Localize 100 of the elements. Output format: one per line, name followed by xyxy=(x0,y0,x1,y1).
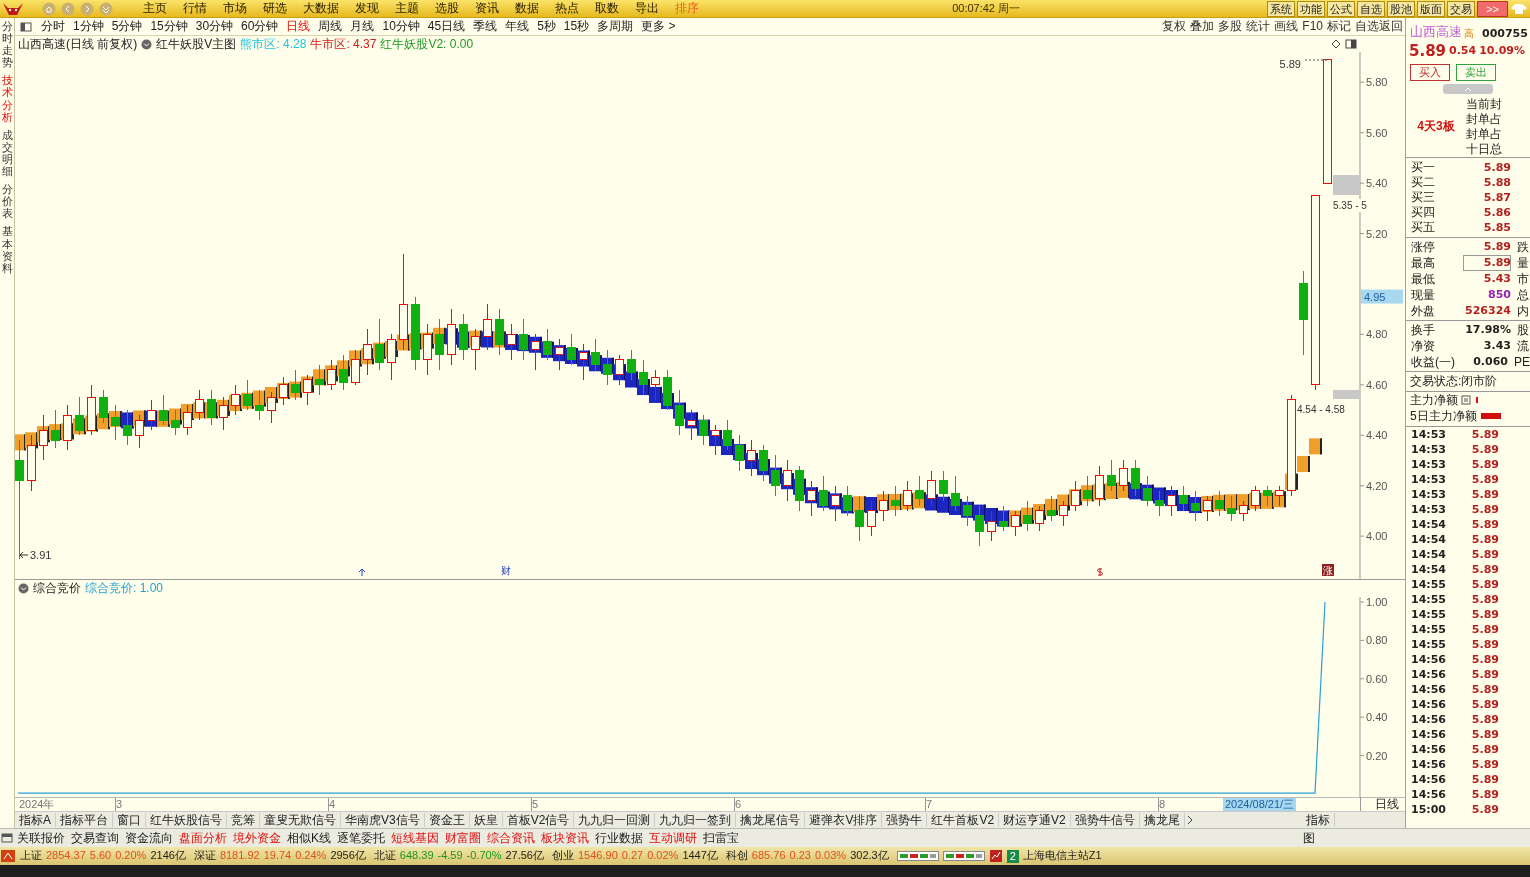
period-tab[interactable]: 月线 xyxy=(346,19,379,34)
menu-item[interactable]: 大数据 xyxy=(295,1,347,16)
menu-item[interactable]: 主页 xyxy=(135,1,175,16)
side-tab[interactable]: 技术分析 xyxy=(1,74,13,123)
menu-item[interactable]: 数据 xyxy=(507,1,547,16)
period-tab[interactable]: 年线 xyxy=(501,19,534,34)
period-tab[interactable]: 更多 > xyxy=(637,19,680,34)
period-tab[interactable]: 60分钟 xyxy=(237,19,283,34)
indicator-tab[interactable]: 竞筹 xyxy=(227,812,260,828)
indicator-tab[interactable]: 擒龙尾 xyxy=(1139,812,1185,828)
period-tab[interactable]: 30分钟 xyxy=(191,19,238,34)
bottom-tab[interactable]: 短线基因 xyxy=(388,830,442,846)
period-tab[interactable]: 15秒 xyxy=(559,19,594,34)
bottom-tab[interactable]: 图 xyxy=(1300,830,1318,846)
bottom-tab[interactable]: 互动调研 xyxy=(646,830,700,846)
toolbar-button[interactable]: 公式 xyxy=(1327,0,1356,17)
toolbar-button[interactable]: 自选 xyxy=(1357,0,1386,17)
bottom-tab[interactable]: 扫雷宝 xyxy=(700,830,742,846)
side-tab[interactable]: 基本资料 xyxy=(1,225,13,274)
menu-item[interactable]: 取数 xyxy=(587,1,627,16)
toolbar-button[interactable]: 股池 xyxy=(1387,0,1416,17)
period-tab[interactable]: 1分钟 xyxy=(69,19,108,34)
indicator-tab[interactable]: 财运亨通V2 xyxy=(999,812,1071,828)
bottom-tab[interactable]: 相似K线 xyxy=(284,830,334,846)
bottom-tab[interactable]: 财富圈 xyxy=(442,830,484,846)
side-tab[interactable]: 分时走势 xyxy=(1,20,13,69)
collapse-handle[interactable] xyxy=(1443,84,1493,94)
indicator-tab[interactable]: 红牛首板V2 xyxy=(927,812,1000,828)
panel-toggle-icon[interactable] xyxy=(19,20,33,33)
toolbar-button[interactable]: F10 xyxy=(1300,19,1325,34)
period-tab[interactable]: 45日线 xyxy=(423,19,470,34)
indicator-tab[interactable]: 九九归一回测 xyxy=(574,812,656,828)
toolbar-button[interactable]: 复权 xyxy=(1160,19,1189,34)
toolbar-button[interactable]: 交易 xyxy=(1447,0,1476,17)
period-tab[interactable]: 周线 xyxy=(314,19,347,34)
menu-item[interactable]: 市场 xyxy=(215,1,255,16)
bottom-tab[interactable]: 盘面分析 xyxy=(176,830,230,846)
menu-item[interactable]: 发现 xyxy=(347,1,387,16)
indicator-tab[interactable]: 指标平台 xyxy=(56,812,113,828)
list-icon[interactable] xyxy=(1461,395,1471,405)
bottom-tab[interactable]: 交易查询 xyxy=(68,830,122,846)
indicator-tab[interactable]: 强势牛 xyxy=(882,812,928,828)
bottom-tab[interactable]: 关联报价 xyxy=(14,830,68,846)
indicator-tab[interactable]: 华南虎V3信号 xyxy=(341,812,425,828)
menu-item[interactable]: 选股 xyxy=(427,1,467,16)
period-tab[interactable]: 多周期 xyxy=(593,19,638,34)
indicator-tab[interactable]: 强势牛信号 xyxy=(1070,812,1140,828)
indicator-tab[interactable]: 童叟无欺信号 xyxy=(260,812,341,828)
bottom-tab[interactable]: 逐笔委托 xyxy=(334,830,388,846)
indicator-tab[interactable]: 避弹衣V排序 xyxy=(805,812,883,828)
menu-item[interactable]: 行情 xyxy=(175,1,215,16)
menu-item[interactable]: 研选 xyxy=(255,1,295,16)
panel-toggle-icon[interactable] xyxy=(0,832,14,844)
toolbar-button[interactable]: 画线 xyxy=(1272,19,1301,34)
panel-toggle-icon[interactable] xyxy=(1345,39,1357,49)
buy-button[interactable]: 买入 xyxy=(1410,64,1450,81)
bottom-tab[interactable]: 综合资讯 xyxy=(484,830,538,846)
menu-item[interactable]: 热点 xyxy=(547,1,587,16)
toolbar-button[interactable]: 版面 xyxy=(1417,0,1446,17)
index-amount: 1447亿 xyxy=(682,849,718,863)
period-tab[interactable]: 15分钟 xyxy=(146,19,192,34)
bottom-tab[interactable]: 行业数据 xyxy=(592,830,646,846)
side-tab[interactable]: 成交明细 xyxy=(1,128,13,178)
app-icon[interactable] xyxy=(0,849,16,863)
indicator-tab[interactable]: 资金王 xyxy=(424,812,470,828)
bottom-tab[interactable]: 资金流向 xyxy=(122,830,176,846)
sell-button[interactable]: 卖出 xyxy=(1456,64,1496,81)
period-tab[interactable]: 5秒 xyxy=(533,19,560,34)
indicator-tab[interactable]: 指标A xyxy=(15,812,56,828)
toolbar-button[interactable]: 统计 xyxy=(1244,19,1273,34)
menu-item[interactable]: 资讯 xyxy=(467,1,507,16)
period-tab[interactable]: 分时 xyxy=(37,19,69,34)
indicator-tab[interactable]: 窗口 xyxy=(113,812,146,828)
diamond-icon[interactable] xyxy=(1331,39,1341,49)
indicator-tab[interactable]: 红牛妖股信号 xyxy=(146,812,227,828)
collapse-icon[interactable] xyxy=(18,583,29,594)
bottom-tab[interactable]: 板块资讯 xyxy=(538,830,592,846)
toolbar-button[interactable]: 功能 xyxy=(1297,0,1326,17)
period-tab[interactable]: 5分钟 xyxy=(107,19,147,34)
indicator-tab[interactable]: 擒龙尾信号 xyxy=(736,812,806,828)
tick-time: 14:56 xyxy=(1411,742,1447,757)
bottom-tab[interactable]: 境外资金 xyxy=(230,830,284,846)
toolbar-button[interactable]: 系统 xyxy=(1267,0,1296,17)
period-tab[interactable]: 10分钟 xyxy=(378,19,424,34)
chart-icon[interactable] xyxy=(988,849,1003,863)
toolbar-button[interactable]: 多股 xyxy=(1216,19,1245,34)
side-tab[interactable]: 分价表 xyxy=(1,183,13,220)
menu-item[interactable]: 主题 xyxy=(387,1,427,16)
indicator-tab[interactable]: 九九归一签到 xyxy=(655,812,737,828)
menu-item[interactable]: 导出 xyxy=(627,1,667,16)
toolbar-button[interactable]: 标记 xyxy=(1325,19,1353,34)
indicator-tab[interactable]: 首板V2信号 xyxy=(502,812,575,828)
stat-label: 总 xyxy=(1516,287,1529,303)
indicator-button[interactable]: 指标 xyxy=(1302,812,1335,828)
toolbar-button[interactable]: 叠加 xyxy=(1188,19,1217,34)
period-tab[interactable]: 季线 xyxy=(469,19,502,34)
collapse-icon[interactable] xyxy=(141,38,153,50)
toolbar-button[interactable]: 自选返回 xyxy=(1353,19,1405,34)
period-tab[interactable]: 日线 xyxy=(282,19,315,34)
indicator-tab[interactable]: 妖皇 xyxy=(469,812,503,828)
